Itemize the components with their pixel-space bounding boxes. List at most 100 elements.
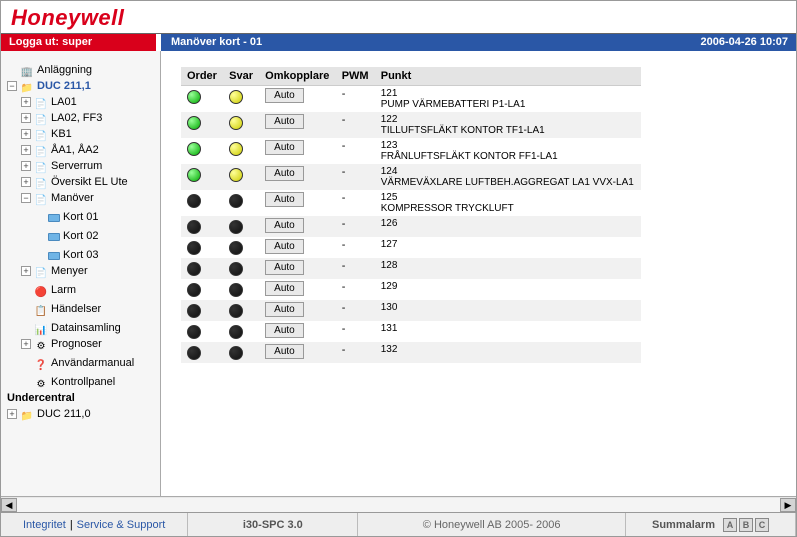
table-row: Auto-129	[181, 279, 641, 300]
card-icon	[48, 252, 60, 260]
auto-button[interactable]: Auto	[265, 218, 304, 233]
service-support-link[interactable]: Service & Support	[77, 519, 166, 531]
horizontal-scrollbar[interactable]: ◀ ▶	[1, 496, 796, 512]
tree-item[interactable]: +ÅA1, ÅA2	[21, 142, 99, 158]
order-led	[187, 325, 201, 339]
tree-item[interactable]: Kontrollpanel	[21, 374, 115, 390]
integritet-link[interactable]: Integritet	[23, 519, 66, 531]
brand-bar: Honeywell	[1, 1, 796, 33]
tree-item[interactable]: Larm	[21, 282, 76, 298]
auto-button[interactable]: Auto	[265, 260, 304, 275]
logout-link[interactable]: Logga ut: super	[1, 34, 156, 51]
svar-led	[229, 220, 243, 234]
col-punkt: Punkt	[375, 67, 641, 86]
tree-item[interactable]: Datainsamling	[21, 320, 121, 336]
alarm-badge[interactable]: A	[723, 518, 737, 532]
plus-icon[interactable]: +	[21, 266, 31, 276]
tree-card[interactable]: Kort 03	[35, 247, 98, 263]
svar-led	[229, 325, 243, 339]
col-svar: Svar	[223, 67, 259, 86]
card-icon	[48, 214, 60, 222]
alarm-badge[interactable]: C	[755, 518, 769, 532]
auto-button[interactable]: Auto	[265, 88, 304, 103]
plus-icon[interactable]: +	[21, 129, 31, 139]
table-row: Auto -121PUMP VÄRMEBATTERI P1-LA1	[181, 86, 641, 113]
tree-card[interactable]: Kort 01	[35, 209, 98, 225]
punkt-cell: 126	[375, 216, 641, 237]
tree-root[interactable]: Anläggning	[7, 62, 92, 78]
scroll-left-icon[interactable]: ◀	[1, 498, 17, 512]
tree-item[interactable]: +Översikt EL Ute	[21, 174, 128, 190]
table-row: Auto-122TILLUFTSFLÄKT KONTOR TF1-LA1	[181, 112, 641, 138]
plus-icon[interactable]: +	[7, 409, 17, 419]
nav-tree: Anläggning − DUC 211,1 +LA01+LA02, FF3+K…	[5, 59, 158, 422]
svar-led	[229, 262, 243, 276]
svar-led	[229, 304, 243, 318]
pwm-value: -	[336, 86, 375, 113]
page-icon	[34, 160, 48, 172]
auto-button[interactable]: Auto	[265, 166, 304, 181]
tree-item[interactable]: Händelser	[21, 301, 101, 317]
order-led	[187, 220, 201, 234]
auto-button[interactable]: Auto	[265, 323, 304, 338]
tree-item[interactable]: −Manöver	[21, 190, 94, 206]
punkt-cell: 129	[375, 279, 641, 300]
card-icon	[48, 233, 60, 241]
tree-card[interactable]: Kort 02	[35, 228, 98, 244]
page-icon	[34, 176, 48, 188]
auto-button[interactable]: Auto	[265, 239, 304, 254]
footer-bar: Integritet | Service & Support i30-SPC 3…	[1, 512, 796, 536]
pwm-value: -	[336, 321, 375, 342]
order-led	[187, 142, 201, 156]
auto-button[interactable]: Auto	[265, 281, 304, 296]
order-led	[187, 241, 201, 255]
auto-button[interactable]: Auto	[265, 302, 304, 317]
scroll-right-icon[interactable]: ▶	[780, 498, 796, 512]
order-led	[187, 168, 201, 182]
auto-button[interactable]: Auto	[265, 192, 304, 207]
tree-item[interactable]: +LA01	[21, 94, 77, 110]
pwm-value: -	[336, 216, 375, 237]
order-led	[187, 194, 201, 208]
tree-item[interactable]: +KB1	[21, 126, 72, 142]
tree-duc[interactable]: − DUC 211,1	[7, 78, 91, 94]
table-row: Auto-125KOMPRESSOR TRYCKLUFT	[181, 190, 641, 216]
tree-item[interactable]: +LA02, FF3	[21, 110, 102, 126]
help-icon	[34, 357, 48, 369]
plus-icon[interactable]: +	[21, 177, 31, 187]
page-icon	[34, 265, 48, 277]
plus-icon[interactable]: +	[21, 97, 31, 107]
data-icon	[34, 322, 48, 334]
minus-icon[interactable]: −	[21, 193, 31, 203]
summalarm: Summalarm ABC	[626, 513, 796, 536]
svar-led	[229, 241, 243, 255]
order-led	[187, 346, 201, 360]
auto-button[interactable]: Auto	[265, 140, 304, 155]
alarm-badge[interactable]: B	[739, 518, 753, 532]
tree-undercentral[interactable]: Undercentral	[7, 390, 75, 406]
col-order: Order	[181, 67, 223, 86]
pwm-value: -	[336, 164, 375, 190]
tree-item[interactable]: Användarmanual	[21, 355, 134, 371]
svar-led	[229, 168, 243, 182]
table-row: Auto-132	[181, 342, 641, 363]
plus-icon[interactable]: +	[21, 161, 31, 171]
tree-item[interactable]: +Prognoser	[21, 336, 102, 352]
punkt-cell: 121PUMP VÄRMEBATTERI P1-LA1	[375, 86, 641, 113]
plus-icon[interactable]: +	[21, 113, 31, 123]
auto-button[interactable]: Auto	[265, 344, 304, 359]
building-icon	[20, 64, 34, 76]
tree-duc2[interactable]: + DUC 211,0	[7, 406, 91, 422]
table-row: Auto-124VÄRMEVÄXLARE LUFTBEH.AGGREGAT LA…	[181, 164, 641, 190]
tree-item[interactable]: +Serverrum	[21, 158, 102, 174]
table-row: Auto-127	[181, 237, 641, 258]
sidebar: Anläggning − DUC 211,1 +LA01+LA02, FF3+K…	[1, 51, 161, 496]
alarm-icon	[34, 284, 48, 296]
plus-icon[interactable]: +	[21, 145, 31, 155]
tree-item[interactable]: +Menyer	[21, 263, 88, 279]
pwm-value: -	[336, 190, 375, 216]
plus-icon[interactable]: +	[21, 339, 31, 349]
auto-button[interactable]: Auto	[265, 114, 304, 129]
svar-led	[229, 346, 243, 360]
minus-icon[interactable]: −	[7, 81, 17, 91]
